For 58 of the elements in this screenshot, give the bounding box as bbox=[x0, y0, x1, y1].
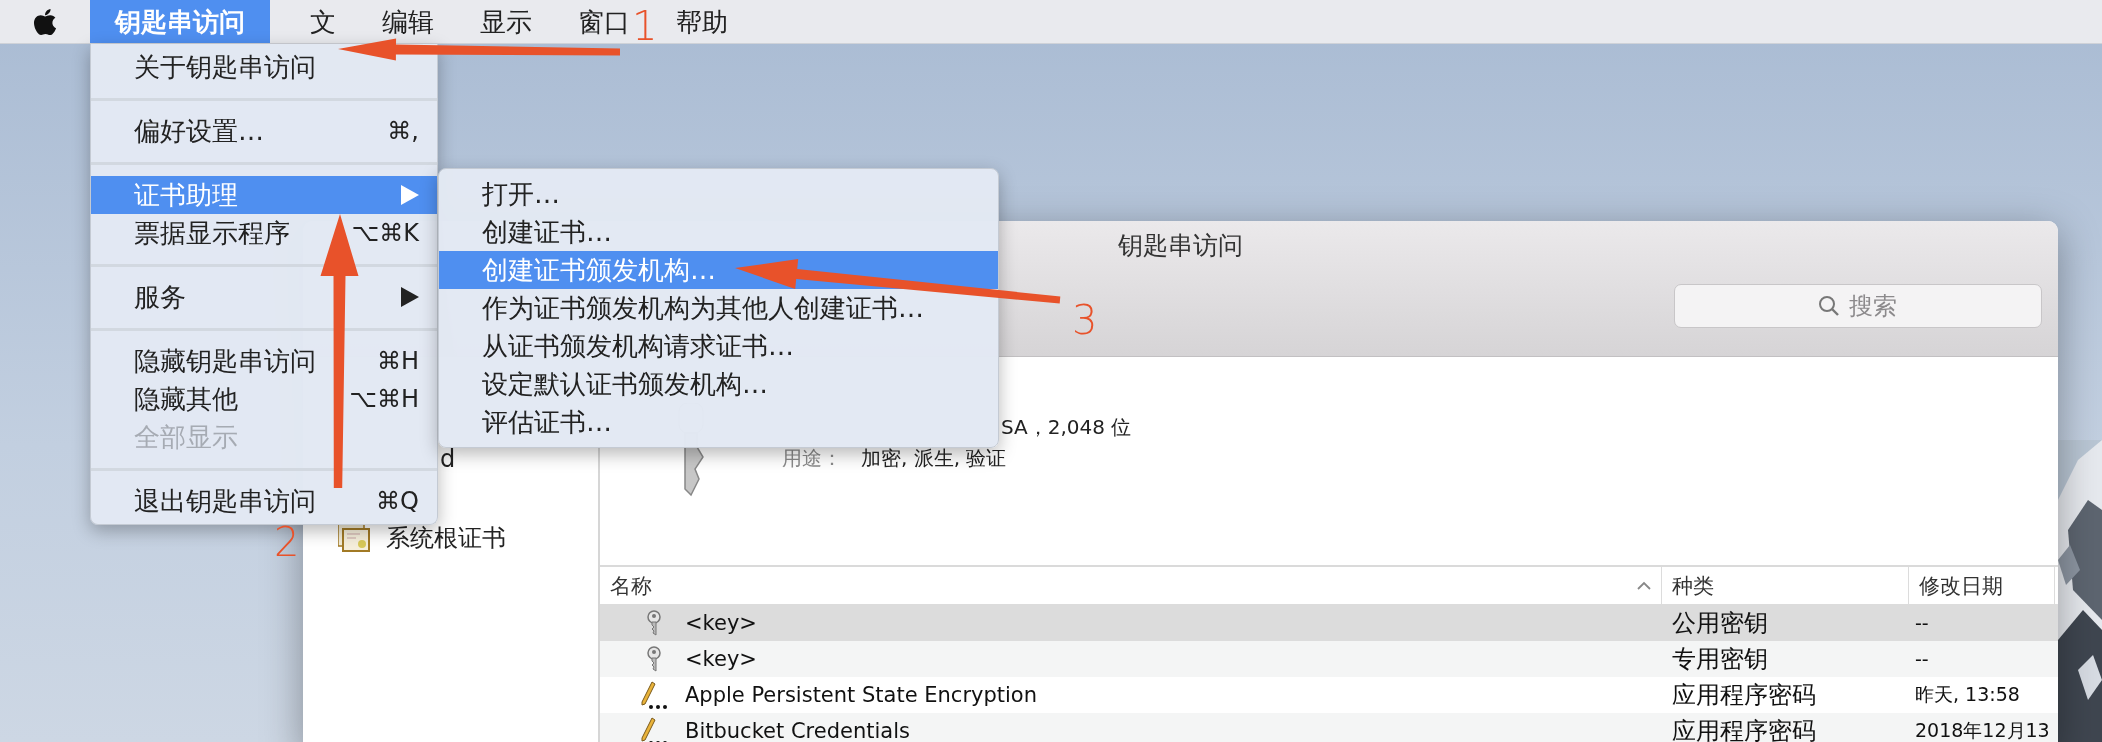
column-header[interactable]: 修改日期 bbox=[1909, 567, 2055, 604]
table-cell: Apple Persistent State Encryption bbox=[685, 683, 1038, 707]
menu-item[interactable]: 作为证书颁发机构为其他人创建证书… bbox=[439, 289, 998, 327]
table-row[interactable]: Bitbucket Credentials 应用程序密码 2018年12月13 bbox=[600, 713, 2058, 742]
search-field[interactable]: 搜索 bbox=[1674, 284, 2042, 328]
menu-item[interactable]: 票据显示程序 ⌥⌘K bbox=[91, 214, 437, 252]
table-row[interactable]: <key> 公用密钥 -- bbox=[600, 605, 2058, 641]
table-cell-text: 专用密钥 bbox=[1671, 644, 1769, 675]
table-row[interactable]: <key> 专用密钥 -- bbox=[600, 641, 2058, 677]
info-value: SA，2,048 位 bbox=[1001, 414, 1132, 441]
shortcut-label: ⌘H bbox=[376, 347, 419, 375]
menu-item[interactable]: 隐藏其他 ⌥⌘H bbox=[91, 380, 437, 418]
table-cell-text: 应用程序密码 bbox=[1671, 716, 1817, 742]
column-header[interactable]: 种类 bbox=[1662, 567, 1909, 604]
shortcut-label: ⌥⌘K bbox=[351, 219, 419, 247]
step-number: 3 bbox=[1072, 300, 1098, 340]
menu-bar-item[interactable]: 编辑 bbox=[376, 7, 440, 36]
menu-bar-item[interactable]: 显示 bbox=[474, 7, 538, 36]
sidebar-label: 系统根证书 bbox=[386, 523, 506, 554]
chevron-up-icon bbox=[1637, 581, 1651, 590]
step-number: 2 bbox=[274, 522, 300, 562]
pencil-icon bbox=[638, 680, 669, 710]
menu-item[interactable]: 创建证书… bbox=[439, 213, 998, 251]
window-title: 钥匙串访问 bbox=[1118, 230, 1243, 262]
menu-item[interactable]: 打开… bbox=[439, 175, 998, 213]
sidebar-label: d bbox=[440, 445, 456, 473]
key-icon bbox=[645, 646, 662, 672]
table-cell-text: 昨天, 13:58 bbox=[1914, 682, 2021, 707]
certificate-icon bbox=[338, 524, 370, 552]
shortcut-label: ⌥⌘H bbox=[349, 385, 419, 413]
key-icon bbox=[645, 610, 662, 636]
shortcut-label: ⌘, bbox=[387, 117, 419, 145]
shortcut-label: ⌘Q bbox=[376, 487, 419, 515]
table-cell: Bitbucket Credentials bbox=[685, 719, 910, 742]
menu-item[interactable]: 服务 bbox=[91, 278, 437, 316]
table-cell-text: 应用程序密码 bbox=[1671, 680, 1817, 711]
triangle-right-icon bbox=[401, 185, 419, 205]
menu-item[interactable]: 评估证书… bbox=[439, 403, 998, 441]
menu-item[interactable]: 退出钥匙串访问 ⌘Q bbox=[91, 482, 437, 520]
menu-item[interactable]: 隐藏钥匙串访问 ⌘H bbox=[91, 342, 437, 380]
search-icon bbox=[1818, 295, 1840, 317]
menu-bar-item[interactable]: 帮助 bbox=[670, 7, 734, 36]
table-cell-text: -- bbox=[1914, 648, 1930, 670]
table-cell-text: 2018年12月13 bbox=[1914, 718, 2051, 742]
table-cell: <key> bbox=[685, 611, 757, 635]
menu-item[interactable]: 关于钥匙串访问 bbox=[91, 48, 437, 86]
table-cell-text: 公用密钥 bbox=[1671, 608, 1769, 639]
menu-bar-item[interactable]: 文 bbox=[304, 7, 342, 36]
table-cell: <key> bbox=[685, 647, 757, 671]
menu-item[interactable]: 从证书颁发机构请求证书… bbox=[439, 327, 998, 365]
column-header[interactable]: 名称 bbox=[600, 567, 1662, 604]
info-value: 加密, 派生, 验证 bbox=[861, 445, 1007, 472]
triangle-right-icon bbox=[401, 287, 419, 307]
menu-item[interactable]: 偏好设置… ⌘, bbox=[91, 112, 437, 150]
info-label: 用途： bbox=[782, 445, 843, 472]
menu-item[interactable]: 设定默认证书颁发机构… bbox=[439, 365, 998, 403]
table-cell-text: -- bbox=[1914, 612, 1930, 634]
pencil-icon bbox=[638, 716, 669, 742]
